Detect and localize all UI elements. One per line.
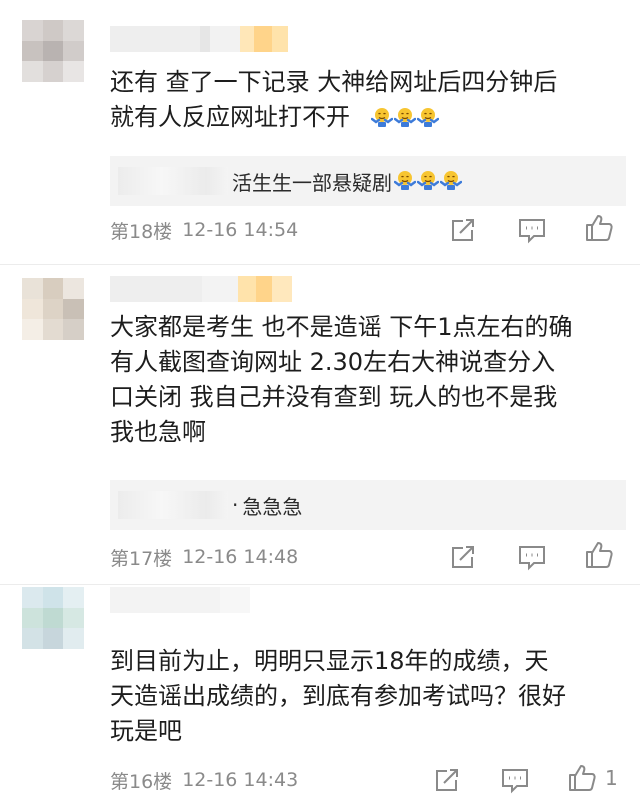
comment-text-line: 就有人反应网址打不开 (110, 100, 620, 135)
share-button[interactable] (433, 765, 461, 795)
comment-button[interactable] (517, 215, 547, 245)
avatar[interactable] (22, 20, 84, 82)
shrug-emoji (439, 169, 463, 191)
username-blurred[interactable] (110, 26, 288, 52)
thumbs-up-icon (586, 542, 613, 568)
shrug-emoji-group (393, 169, 463, 193)
floor-number: 第16楼 (110, 770, 173, 793)
like-button[interactable] (584, 213, 620, 243)
timestamp: 12-16 14:43 (182, 769, 299, 791)
shrug-emoji-group (371, 103, 440, 131)
comment-footer: 第17楼 12-16 14:48 (110, 542, 630, 572)
comment-footer: 第16楼 12-16 14:43 (110, 765, 630, 795)
comment-text-line: 我也急啊 (110, 418, 206, 446)
reply-username-blurred[interactable] (118, 167, 228, 195)
comment-text-line-2: 就有人反应网址打不开 (110, 103, 350, 131)
shrug-emoji (371, 103, 394, 127)
comment-text-line: 到目前为止，明明只显示18年的成绩，天 (110, 647, 549, 675)
share-icon (436, 769, 458, 791)
comment-floor-17: 大家都是考生 也不是造谣 下午1点左右的确 有人截图查询网址 2.30左右大神说… (0, 265, 640, 584)
share-icon (452, 219, 474, 241)
shrug-emoji (393, 169, 417, 191)
comment-text-line: 还有 查了一下记录 大神给网址后四分钟后 (110, 68, 558, 96)
like-count: 1 (605, 766, 618, 790)
username-blurred[interactable] (110, 276, 292, 302)
comment-footer: 第18楼 12-16 14:54 (110, 215, 630, 245)
reply-separator: · (232, 493, 239, 517)
floor-number: 第18楼 (110, 220, 173, 243)
comment-text-line: 有人截图查询网址 2.30左右大神说查分入 (110, 348, 556, 376)
floor-number: 第17楼 (110, 547, 173, 570)
reply-text: 活生生一部悬疑剧 (232, 170, 392, 195)
comment-text-line: 玩是吧 (110, 717, 182, 745)
like-button[interactable]: 1 (567, 763, 618, 793)
comment-icon (502, 769, 528, 794)
comment-button[interactable] (500, 765, 530, 795)
timestamp: 12-16 14:54 (182, 219, 299, 241)
comment-text-line: 口关闭 我自己并没有查到 玩人的也不是我 (110, 383, 558, 411)
reply-text: 急急急 (242, 494, 303, 519)
share-button[interactable] (449, 542, 477, 572)
comment-text: 大家都是考生 也不是造谣 下午1点左右的确 有人截图查询网址 2.30左右大神说… (110, 310, 620, 450)
thumbs-up-icon (586, 215, 613, 241)
comment-text-line: 大家都是考生 也不是造谣 下午1点左右的确 (110, 313, 573, 341)
timestamp: 12-16 14:48 (182, 546, 299, 568)
comment-text: 还有 查了一下记录 大神给网址后四分钟后 就有人反应网址打不开 (110, 65, 620, 135)
reply-preview[interactable]: 活生生一部悬疑剧 (110, 156, 626, 206)
comment-icon (519, 219, 545, 244)
thumbs-up-icon (569, 765, 596, 791)
avatar[interactable] (22, 278, 84, 340)
like-button[interactable] (584, 540, 620, 570)
share-button[interactable] (449, 215, 477, 245)
comment-text-line: 天造谣出成绩的，到底有参加考试吗？很好 (110, 682, 566, 710)
shrug-emoji (394, 103, 417, 127)
comment-floor-18: 还有 查了一下记录 大神给网址后四分钟后 就有人反应网址打不开 活生生一部悬疑剧… (0, 0, 640, 264)
comment-text: 到目前为止，明明只显示18年的成绩，天 天造谣出成绩的，到底有参加考试吗？很好 … (110, 644, 620, 749)
comment-icon (519, 546, 545, 571)
avatar[interactable] (22, 587, 84, 649)
username-blurred[interactable] (110, 587, 250, 613)
reply-username-blurred[interactable] (118, 491, 228, 519)
shrug-emoji (416, 169, 440, 191)
comment-button[interactable] (517, 542, 547, 572)
shrug-emoji (417, 103, 440, 127)
reply-preview[interactable]: · 急急急 (110, 480, 626, 530)
share-icon (452, 546, 474, 568)
comment-floor-16: 到目前为止，明明只显示18年的成绩，天 天造谣出成绩的，到底有参加考试吗？很好 … (0, 585, 640, 807)
